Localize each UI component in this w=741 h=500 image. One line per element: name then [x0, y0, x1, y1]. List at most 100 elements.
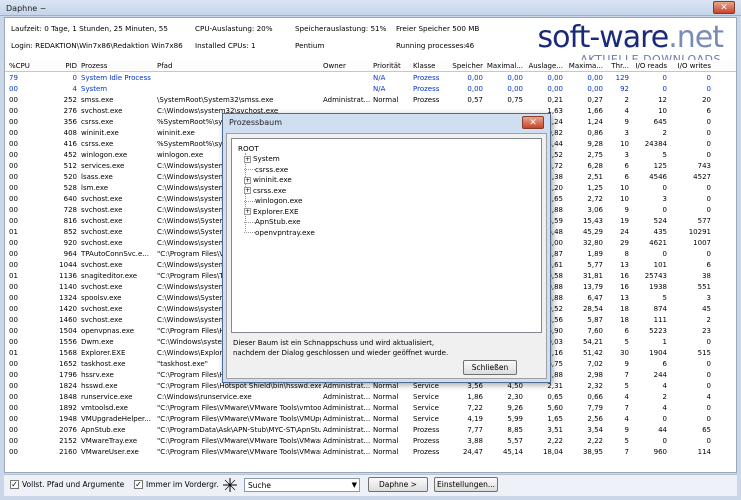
column-header-io-reads[interactable]: I/O reads [633, 62, 667, 70]
cell-cpu: 00 [9, 316, 18, 324]
tree-node[interactable]: winlogon.exe [244, 196, 302, 205]
table-row[interactable]: 00 2160 VMwareUser.exe "C:\Program Files\VM… [5, 447, 736, 458]
tree-node[interactable]: ApnStub.exe [244, 217, 301, 226]
column-header-threads[interactable]: Thr... [605, 62, 629, 70]
uptime-text: Laufzeit: 0 Tage, 1 Stunden, 25 Minuten,… [11, 24, 168, 33]
table-row[interactable]: 00 1948 VMUpgradeHelper... "C:\Program File… [5, 414, 736, 425]
column-header-path[interactable]: Pfad [157, 62, 321, 70]
dialog-close-icon[interactable]: ✕ [522, 116, 544, 129]
cell-max-paged: 2,98 [587, 371, 603, 379]
cell-pid: 356 [63, 118, 77, 126]
cell-threads: 24 [620, 228, 629, 236]
cell-process: Dwm.exe [81, 338, 114, 346]
cell-pid: 2076 [59, 426, 77, 434]
cell-process: TPAutoConnSvc.e... [81, 250, 149, 258]
table-row[interactable]: 00 1848 runservice.exe C:\Windows\runservic… [5, 392, 736, 403]
cell-cpu: 00 [9, 305, 18, 313]
crosshair-icon[interactable] [222, 477, 238, 493]
search-dropdown[interactable]: Suche ▼ [244, 478, 360, 492]
cell-cpu: 00 [9, 415, 18, 423]
cell-io-reads: 645 [653, 118, 667, 126]
cell-io-reads: 0 [662, 184, 667, 192]
column-header-paged[interactable]: Auslage... [525, 62, 563, 70]
cell-pid: 4 [72, 85, 77, 93]
table-row[interactable]: 79 0 System Idle Process N/A Prozess 0,00 0,00… [5, 73, 736, 84]
column-header-cpu[interactable]: %CPU [9, 62, 33, 70]
settings-button[interactable]: Einstellungen... [434, 477, 498, 492]
cell-threads: 6 [624, 327, 629, 335]
tree-root[interactable]: ROOT [238, 144, 259, 153]
column-header-memory[interactable]: Speicher [445, 62, 483, 70]
tree-node[interactable]: csrss.exe [244, 165, 288, 174]
cell-io-reads: 10 [658, 107, 667, 115]
cell-io-reads: 0 [662, 437, 667, 445]
tree-node[interactable]: + System [244, 154, 280, 163]
cell-max-paged: 13,79 [582, 283, 603, 291]
table-row[interactable]: 00 1892 vmtoolsd.exe "C:\Program Files\VMwa… [5, 403, 736, 414]
cell-threads: 5 [624, 338, 629, 346]
cell-cpu: 00 [9, 173, 18, 181]
column-header-io-writes[interactable]: I/O writes [673, 62, 711, 70]
cell-io-writes: 0 [706, 382, 711, 390]
cell-memory: 7,22 [467, 404, 483, 412]
column-header-max-paged[interactable]: Maxima... [565, 62, 603, 70]
cell-io-writes: 0 [706, 437, 711, 445]
table-row[interactable]: 00 2152 VMwareTray.exe "C:\Program Files\VM… [5, 436, 736, 447]
cell-io-reads: 12 [658, 96, 667, 104]
cell-threads: 19 [620, 217, 629, 225]
always-on-top-label: Immer im Vordergr. [146, 480, 219, 489]
tree-node[interactable]: openvpntray.exe [244, 228, 315, 237]
cell-io-reads: 25743 [644, 272, 667, 280]
cell-io-writes: 4 [706, 393, 711, 401]
cell-process: VMwareTray.exe [81, 437, 138, 445]
full-path-checkbox[interactable]: ✓ [10, 480, 19, 489]
cell-max-paged: 6,47 [587, 294, 603, 302]
cell-io-writes: 6 [706, 107, 711, 115]
cell-process: lsass.exe [81, 173, 113, 181]
expand-icon[interactable]: + [244, 208, 251, 215]
cell-max-paged: 32,80 [582, 239, 603, 247]
dialog-close-button[interactable]: Schließen [463, 360, 517, 375]
process-tree[interactable]: ROOT + System csrss.exe + wininit.exe + csrss.… [231, 138, 542, 333]
cell-cpu: 00 [9, 85, 18, 93]
cell-owner: Administrat... [323, 426, 371, 434]
cell-max-paged: 0,00 [587, 85, 603, 93]
cell-io-writes: 38 [702, 272, 711, 280]
table-row[interactable]: 00 252 smss.exe \SystemRoot\System32\smss.e… [5, 95, 736, 106]
cell-memory: 3,88 [467, 437, 483, 445]
cell-priority: Normal [373, 448, 399, 456]
column-header-max-memory[interactable]: Maximal... [485, 62, 523, 70]
cell-io-reads: 101 [653, 261, 667, 269]
table-row[interactable]: 00 2076 ApnStub.exe "C:\ProgramData\Ask\APN… [5, 425, 736, 436]
cell-io-reads: 2 [662, 393, 667, 401]
close-icon[interactable]: ✕ [713, 1, 735, 14]
cell-pid: 512 [63, 162, 77, 170]
tree-leaf-connector [244, 232, 255, 233]
tree-node[interactable]: + wininit.exe [244, 175, 292, 184]
cell-max-paged: 45,29 [582, 228, 603, 236]
tree-node[interactable]: + csrss.exe [244, 186, 286, 195]
always-on-top-checkbox[interactable]: ✓ [134, 480, 143, 489]
cell-io-writes: 4527 [693, 173, 711, 181]
cell-pid: 1796 [59, 371, 77, 379]
cell-path: "C:\Program Files\Hotspot Shield\bin\hss… [157, 382, 321, 390]
free-memory-text: Freier Speicher 500 MB [396, 24, 480, 33]
table-row[interactable]: 00 4 System N/A Prozess 0,00 0,00 0,00 0,00 92 0 0 [5, 84, 736, 95]
process-tree-dialog: Prozessbaum ✕ ROOT + System csrss.exe + wini… [222, 113, 551, 383]
running-processes-label: Running processes: [396, 41, 466, 50]
column-header-owner[interactable]: Owner [323, 62, 373, 70]
column-header-process[interactable]: Prozess [81, 62, 155, 70]
column-header-pid[interactable]: PID [37, 62, 77, 70]
column-header-priority[interactable]: Priorität [373, 62, 411, 70]
cell-io-writes: 0 [706, 338, 711, 346]
cell-max-paged: 1,89 [587, 250, 603, 258]
expand-icon[interactable]: + [244, 176, 251, 184]
cell-pid: 1324 [59, 294, 77, 302]
cell-path: "C:\Program Files\VMware\VMware Tools\VM… [157, 415, 321, 423]
daphne-button[interactable]: Daphne > [368, 477, 428, 492]
cell-io-reads: 111 [653, 316, 667, 324]
tree-node[interactable]: + Explorer.EXE [244, 207, 299, 216]
expand-icon[interactable]: + [244, 155, 251, 163]
expand-icon[interactable]: + [244, 187, 251, 194]
cell-path: "C:\Program Files\VMware\VMware Tools\vm… [157, 404, 321, 412]
